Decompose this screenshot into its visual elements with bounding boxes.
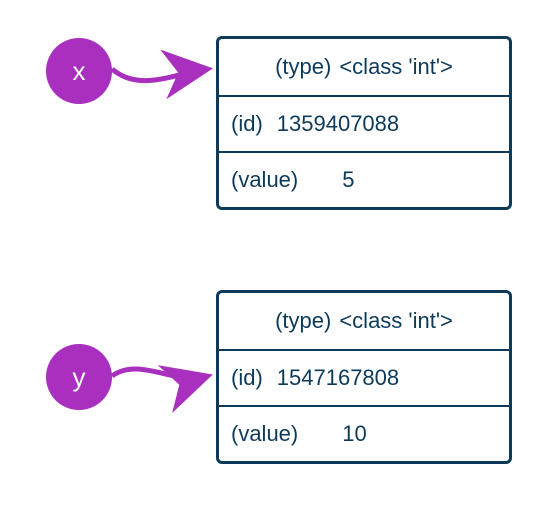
- object-type-row: (type) <class 'int'>: [219, 293, 509, 349]
- object-id-row: (id) 1547167808: [219, 349, 509, 405]
- object-value-row: (value) 10: [219, 405, 509, 461]
- type-value: <class 'int'>: [339, 54, 453, 80]
- type-value: <class 'int'>: [339, 308, 453, 334]
- id-value: 1547167808: [277, 365, 399, 391]
- variable-name: y: [73, 362, 86, 393]
- value-value: 10: [312, 421, 366, 447]
- value-label: (value): [219, 421, 312, 447]
- object-box-x: (type) <class 'int'> (id) 1359407088 (va…: [216, 36, 512, 210]
- variable-name: x: [73, 56, 86, 87]
- type-label: (type): [275, 54, 331, 80]
- id-label: (id): [219, 365, 277, 391]
- object-box-y: (type) <class 'int'> (id) 1547167808 (va…: [216, 290, 512, 464]
- id-label: (id): [219, 111, 277, 137]
- arrow-x: [110, 55, 220, 95]
- type-label: (type): [275, 308, 331, 334]
- id-value: 1359407088: [277, 111, 399, 137]
- variable-circle-x: x: [46, 38, 112, 104]
- arrow-y: [110, 358, 220, 398]
- object-type-row: (type) <class 'int'>: [219, 39, 509, 95]
- value-value: 5: [312, 167, 354, 193]
- object-value-row: (value) 5: [219, 151, 509, 207]
- object-id-row: (id) 1359407088: [219, 95, 509, 151]
- variable-circle-y: y: [46, 344, 112, 410]
- value-label: (value): [219, 167, 312, 193]
